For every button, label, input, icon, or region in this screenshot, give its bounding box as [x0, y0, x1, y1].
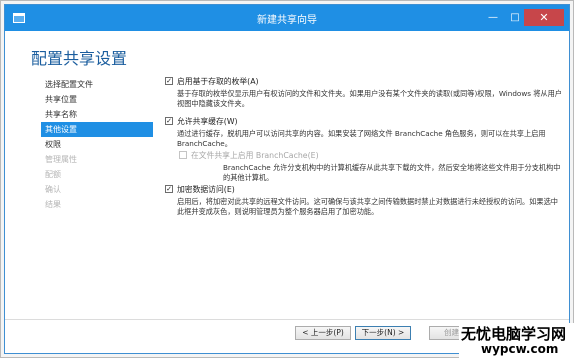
allow-caching-checkbox[interactable]: ✓ [165, 117, 173, 125]
access-based-enumeration-description: 基于存取的枚举仅显示用户有权访问的文件和文件夹。如果用户没有某个文件夹的读取(或… [177, 89, 562, 108]
nav-step-other-settings[interactable]: 其他设置 [41, 122, 153, 137]
nav-step-share-name[interactable]: 共享名称 [41, 107, 153, 122]
watermark-url: wypcw.com [481, 342, 559, 356]
branchcache-description: BranchCache 允许分支机构中的计算机缓存从此共享下载的文件，然后安全地… [223, 163, 561, 182]
page-title: 配置共享设置 [31, 49, 128, 68]
wizard-window: 新建共享向导 — □ ✕ 配置共享设置 选择配置文件 共享位置 共享名称 其他设… [4, 4, 570, 354]
minimize-button[interactable]: — [482, 9, 504, 26]
next-button[interactable]: 下一步(N) > [355, 326, 411, 340]
nav-step-management-properties: 管理属性 [45, 155, 77, 164]
footer-divider [5, 319, 569, 320]
previous-button[interactable]: < 上一步(P) [295, 326, 351, 340]
branchcache-checkbox [179, 151, 187, 159]
screenshot-frame: 新建共享向导 — □ ✕ 配置共享设置 选择配置文件 共享位置 共享名称 其他设… [0, 0, 574, 358]
watermark-title: 无忧电脑学习网 [461, 325, 567, 343]
nav-step-quota: 配额 [45, 170, 61, 179]
allow-caching-description: 通过进行缓存，脱机用户可以访问共享的内容。如果安装了网络文件 BranchCac… [177, 129, 546, 148]
nav-step-share-location[interactable]: 共享位置 [41, 92, 153, 107]
maximize-button[interactable]: □ [504, 9, 526, 26]
encrypt-data-access-checkbox[interactable]: ✓ [165, 185, 173, 193]
wizard-steps-nav: 选择配置文件 共享位置 共享名称 其他设置 权限 管理属性 配额 确认 结果 [41, 77, 153, 212]
site-watermark: 无忧电脑学习网 wypcw.com [459, 323, 574, 358]
access-based-enumeration-checkbox[interactable]: ✓ [165, 77, 173, 85]
title-bar[interactable]: 新建共享向导 — □ ✕ [5, 5, 569, 31]
nav-step-select-profile[interactable]: 选择配置文件 [41, 77, 153, 92]
close-button[interactable]: ✕ [524, 9, 564, 26]
access-based-enumeration-label[interactable]: 启用基于存取的枚举(A) [177, 76, 259, 87]
nav-step-permissions[interactable]: 权限 [41, 137, 153, 152]
nav-step-results: 结果 [45, 200, 61, 209]
allow-caching-label[interactable]: 允许共享缓存(W) [177, 116, 238, 127]
branchcache-label: 在文件共享上启用 BranchCache(E) [191, 151, 319, 160]
encrypt-data-access-description: 启用后，将加密对此共享的远程文件访问。这可确保与该共享之间传输数据时禁止对数据进… [177, 197, 558, 216]
nav-step-confirmation: 确认 [45, 185, 61, 194]
encrypt-data-access-label[interactable]: 加密数据访问(E) [177, 184, 235, 195]
